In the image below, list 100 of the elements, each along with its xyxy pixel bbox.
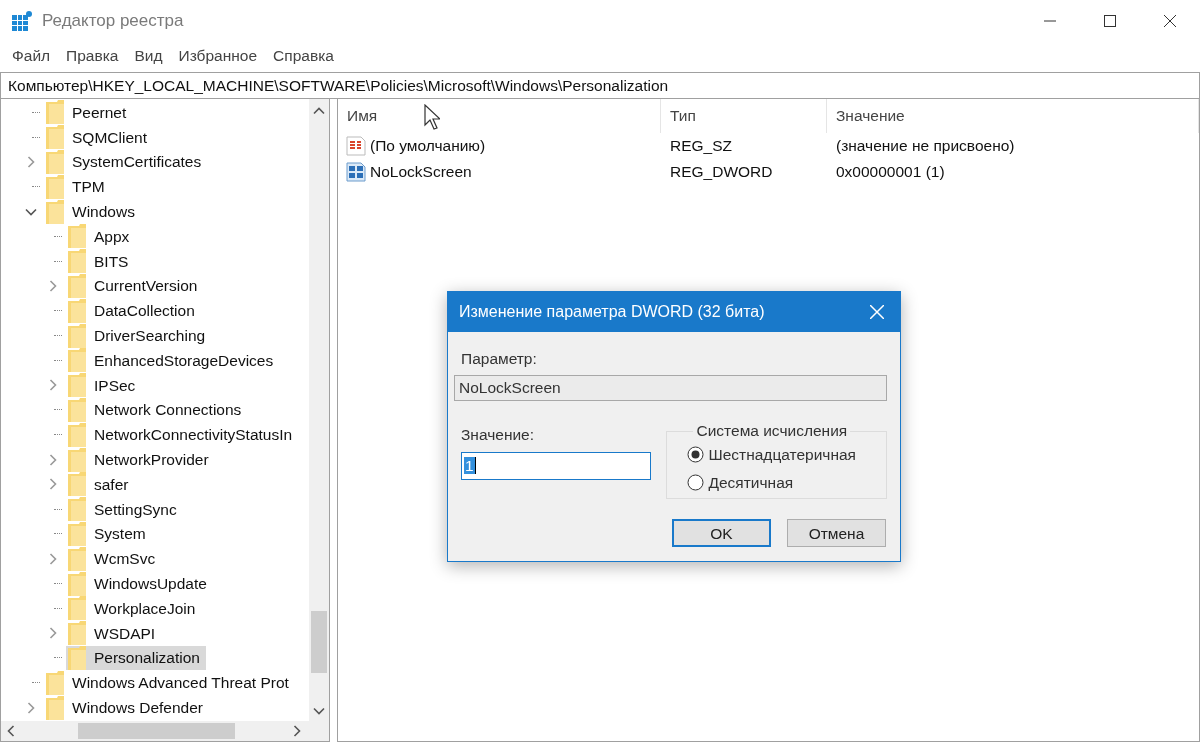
tree-item[interactable]: WindowsUpdate [66, 571, 213, 596]
radio-label[interactable]: Шестнадцатеричная [708, 443, 856, 467]
folder-icon [68, 497, 86, 522]
tree-item[interactable]: IPSec [66, 373, 142, 398]
folder-icon [68, 224, 86, 249]
radio-button[interactable] [687, 446, 705, 464]
vertical-scrollbar[interactable] [309, 99, 329, 721]
folder-icon [68, 323, 86, 348]
chevron-left-icon[interactable] [7, 725, 15, 737]
ok-button[interactable]: OK [672, 519, 771, 548]
menu-item[interactable]: Справка [265, 44, 342, 68]
chevron-down-icon[interactable] [313, 707, 325, 715]
tree-item[interactable]: System [66, 521, 152, 546]
chevron-right-icon[interactable] [49, 453, 57, 466]
window-title: Редактор реестра [42, 10, 184, 33]
folder-icon [46, 125, 64, 150]
folder-icon [68, 422, 86, 447]
address-bar[interactable]: Компьютер\HKEY_LOCAL_MACHINE\SOFTWARE\Policies\Microsoft\Windows\Personalization [0, 72, 1200, 99]
tree-item[interactable]: SystemCertificates [44, 150, 208, 174]
tree-item[interactable]: safer [66, 472, 135, 497]
tree-item[interactable]: Windows Defender [44, 695, 209, 720]
folder-icon [46, 100, 64, 125]
tree-item[interactable]: Appx [66, 224, 136, 249]
chevron-right-icon[interactable] [49, 478, 57, 491]
tree-item[interactable]: Network Connections [66, 397, 248, 422]
tree-item[interactable]: SQMClient [44, 125, 153, 150]
folder-icon [68, 521, 86, 546]
folder-icon [68, 546, 86, 571]
grid-icon [346, 162, 366, 182]
folder-icon [46, 695, 64, 720]
folder-icon [68, 397, 86, 422]
chevron-right-icon[interactable] [27, 156, 35, 168]
folder-icon [68, 373, 86, 398]
parameter-field: NoLockScreen [454, 375, 887, 402]
chevron-right-icon[interactable] [49, 627, 57, 640]
chevron-right-icon[interactable] [49, 552, 57, 565]
tree-item[interactable]: Personalization [66, 645, 206, 670]
scrollbar-thumb[interactable] [311, 611, 327, 673]
radio-label[interactable]: Десятичная [708, 471, 794, 495]
tree-item[interactable]: WSDAPI [66, 621, 162, 646]
tree-item[interactable]: DataCollection [66, 298, 201, 323]
tree-item[interactable]: WorkplaceJoin [66, 596, 202, 621]
tree-item[interactable]: NetworkConnectivityStatusIn [66, 422, 299, 447]
dialog-title: Изменение параметра DWORD (32 бита) [459, 302, 766, 322]
menu-item[interactable]: Вид [126, 44, 171, 68]
close-icon [870, 305, 884, 319]
scrollbar-thumb[interactable] [78, 723, 235, 739]
group-title: Система исчисления [695, 423, 849, 439]
table-cell-text: REG_SZ [669, 136, 733, 157]
folder-icon [68, 571, 86, 596]
folder-icon [46, 199, 64, 224]
chevron-right-icon[interactable] [27, 701, 35, 714]
folder-icon [68, 621, 86, 646]
horizontal-scrollbar[interactable] [1, 721, 329, 741]
field-label: Значение: [461, 425, 536, 446]
menu-item[interactable]: Файл [4, 44, 59, 68]
tree-item[interactable]: TPM [44, 174, 111, 199]
folder-icon [68, 348, 86, 373]
chevron-down-icon[interactable] [25, 207, 37, 216]
menu-item[interactable]: Правка [58, 44, 127, 68]
folder-icon [68, 596, 86, 621]
folder-icon [68, 298, 86, 323]
radio-button[interactable] [687, 474, 705, 492]
menu-item[interactable]: Избранное [170, 44, 266, 68]
tree-item[interactable]: EnhancedStorageDevices [66, 348, 280, 373]
table-cell-text: (значение не присвоено) [835, 136, 1016, 157]
cursor-icon [424, 104, 440, 130]
maximize-icon [1104, 15, 1116, 27]
tree-item[interactable]: Windows Advanced Threat Prot [44, 670, 295, 695]
registry-editor-icon [12, 11, 32, 31]
folder-icon [68, 645, 86, 670]
chevron-up-icon[interactable] [313, 107, 325, 115]
close-icon [1164, 15, 1176, 27]
chevron-right-icon[interactable] [49, 279, 57, 292]
folder-icon [46, 670, 64, 695]
tree-item[interactable]: NetworkProvider [66, 447, 215, 472]
tree-item[interactable]: BITS [66, 249, 135, 274]
table-cell-text: REG_DWORD [669, 162, 774, 183]
column-header[interactable]: Значение [827, 99, 1199, 133]
tree-item[interactable]: SettingSync [66, 497, 183, 522]
folder-icon [46, 150, 64, 174]
table-cell-text: 0x00000001 (1) [835, 162, 946, 183]
cancel-button[interactable]: Отмена [787, 519, 886, 548]
field-label: Параметр: [461, 349, 538, 369]
folder-icon [68, 447, 86, 472]
value-name[interactable]: NoLockScreen [370, 160, 472, 184]
value-name[interactable]: (По умолчанию) [370, 134, 486, 158]
chevron-right-icon[interactable] [293, 725, 301, 737]
tree-item[interactable]: WcmSvc [66, 546, 162, 571]
folder-icon [46, 174, 64, 199]
folder-icon [68, 273, 86, 298]
folder-icon [68, 249, 86, 274]
tree-item[interactable]: CurrentVersion [66, 273, 204, 298]
tree-item[interactable]: Windows [44, 199, 141, 224]
chevron-right-icon[interactable] [49, 379, 57, 392]
tree-item[interactable]: Peernet [44, 100, 133, 125]
folder-icon [68, 472, 86, 497]
tree-item[interactable]: DriverSearching [66, 323, 212, 348]
column-header[interactable]: Тип [661, 99, 827, 133]
document-icon [346, 136, 366, 156]
